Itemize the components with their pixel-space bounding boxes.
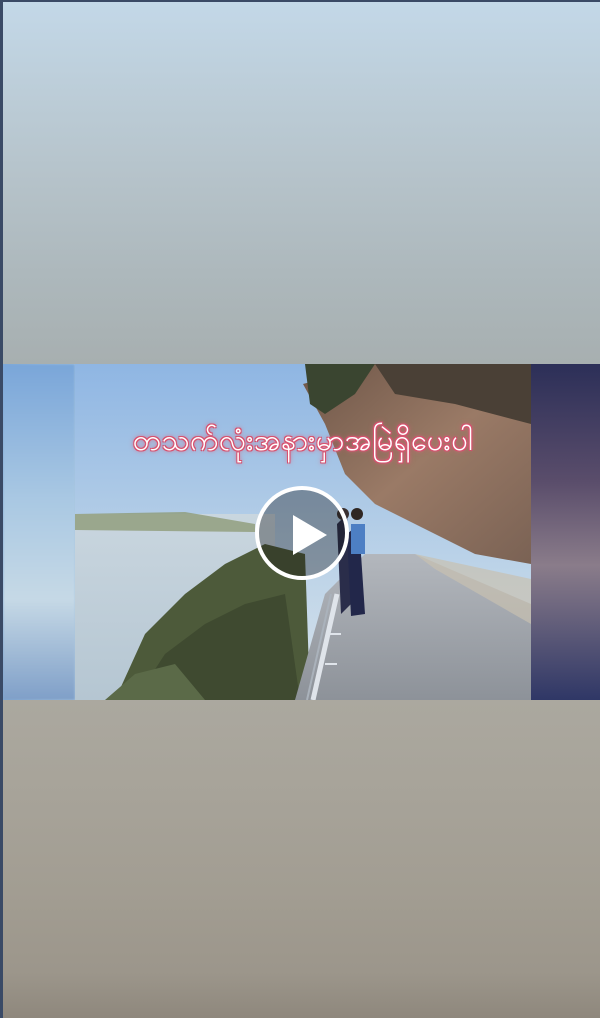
- video-viewer: တသက်လုံးအနားမှာအမြဲရှိပေးပါ: [0, 0, 600, 1018]
- blurred-side-right: [531, 364, 600, 700]
- video-caption: တသက်လုံးအနားမှာအမြဲရှိပေးပါ: [132, 423, 474, 457]
- blurred-background-bottom: [3, 700, 600, 1018]
- blurred-background-top: [3, 2, 600, 364]
- blurred-side-left: [3, 364, 75, 700]
- play-button[interactable]: [255, 486, 349, 580]
- play-icon: [293, 515, 327, 555]
